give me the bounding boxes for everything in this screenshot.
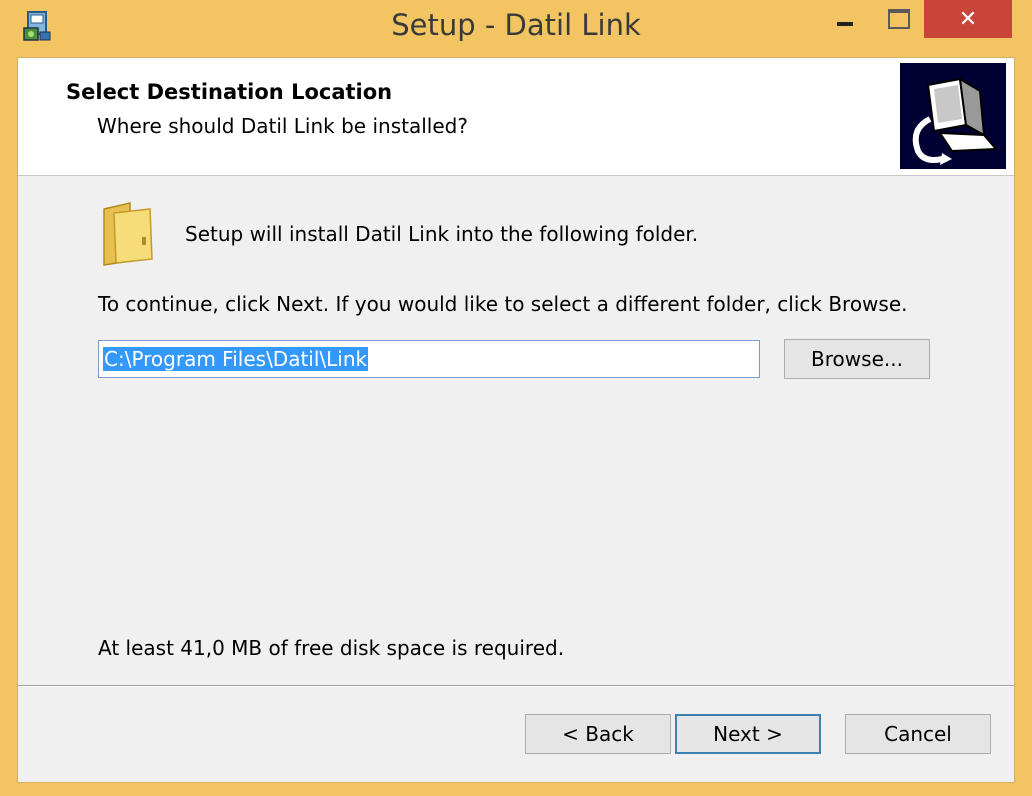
wizard-header: Select Destination Location Where should… [18,58,1014,176]
minimize-button[interactable] [820,0,870,38]
destination-path-input[interactable]: C:\Program Files\Datil\Link [98,340,760,378]
close-button[interactable]: ✕ [924,0,1012,38]
cancel-button[interactable]: Cancel [845,714,991,754]
maximize-button[interactable] [876,0,922,38]
wizard-client-area: Select Destination Location Where should… [17,57,1015,783]
page-subtitle: Where should Datil Link be installed? [97,114,468,138]
browse-button[interactable]: Browse... [784,339,930,379]
intro-text: Setup will install Datil Link into the f… [185,222,699,246]
next-button[interactable]: Next > [675,714,821,754]
title-bar[interactable]: Setup - Datil Link ✕ [0,0,1032,56]
computer-install-icon [900,63,1006,169]
destination-path-value: C:\Program Files\Datil\Link [103,347,369,371]
page-title: Select Destination Location [66,80,393,104]
setup-window: Setup - Datil Link ✕ Select Destination … [0,0,1032,796]
minimize-icon [837,22,853,26]
footer-separator [18,685,1014,687]
close-icon: ✕ [958,6,978,32]
back-button[interactable]: < Back [525,714,671,754]
disk-space-text: At least 41,0 MB of free disk space is r… [98,636,565,660]
maximize-icon [888,9,910,29]
folder-icon [100,201,156,267]
instructions-text: To continue, click Next. If you would li… [98,292,908,316]
